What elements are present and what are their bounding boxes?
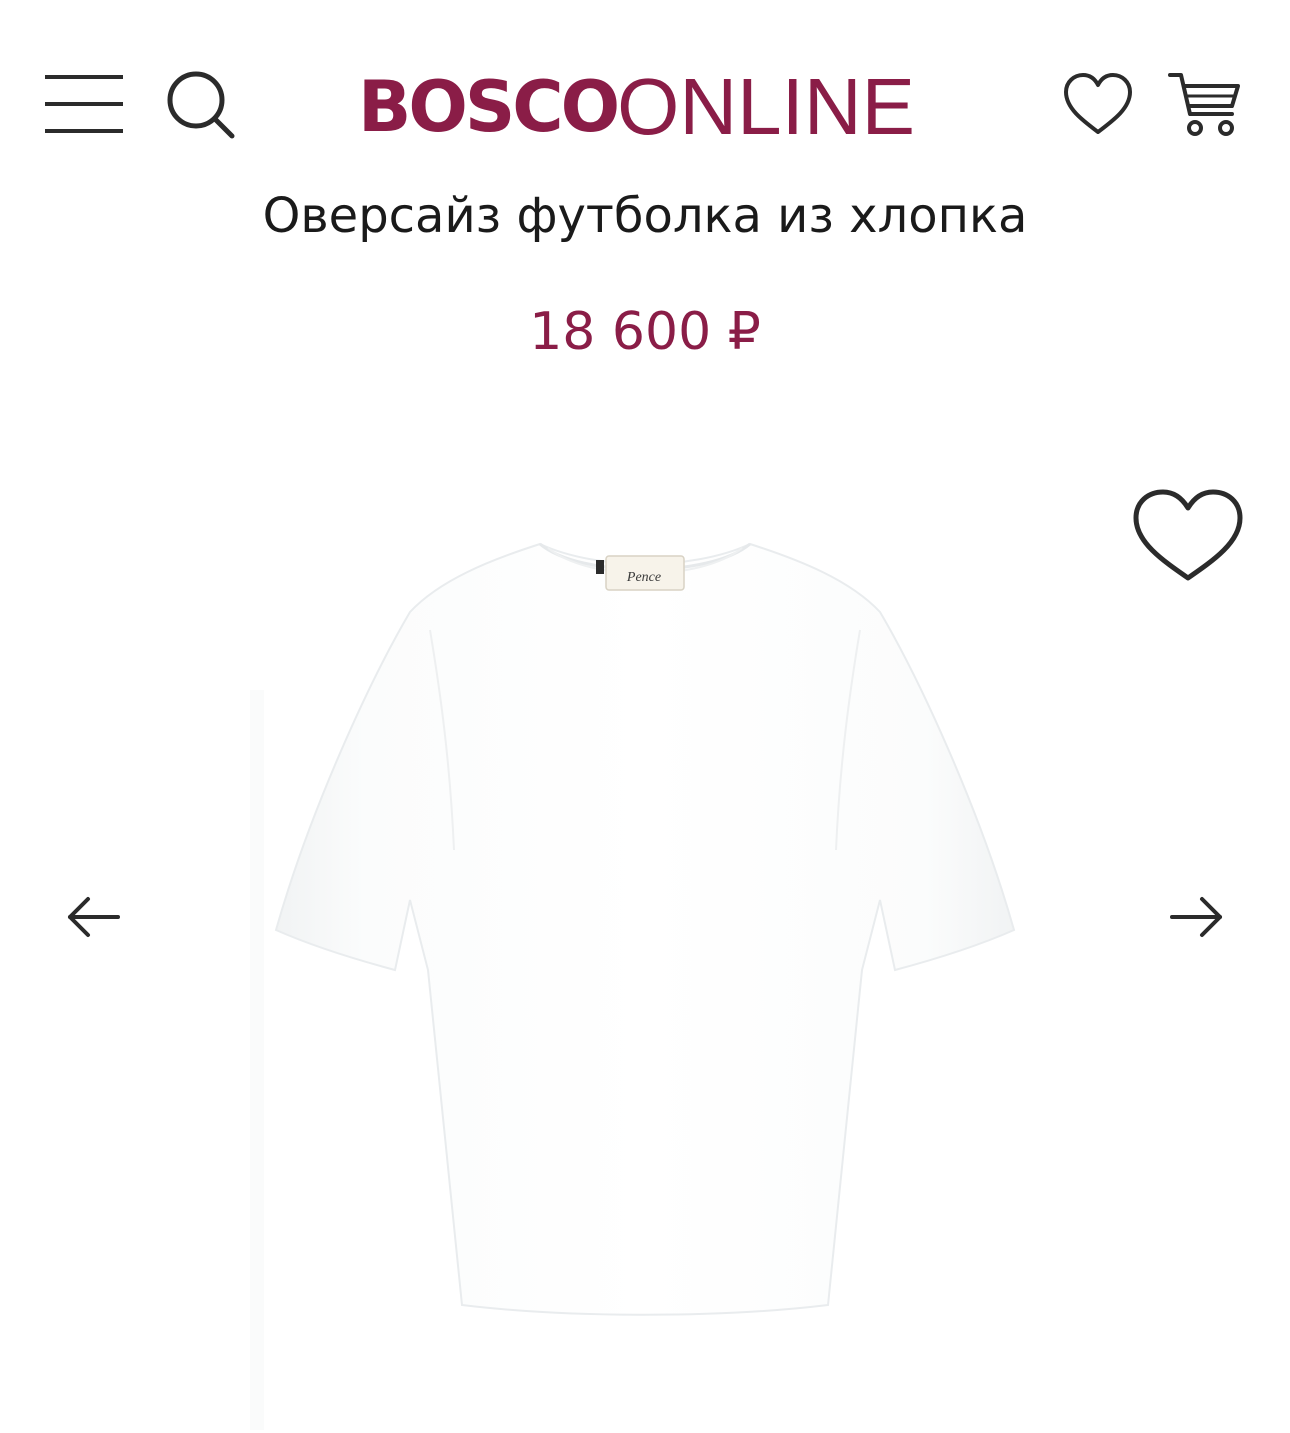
product-title: Оверсайз футболка из хлопка [262,188,1028,244]
product-page: BOSCO ONLINE Оверсайз футболка из хлопка… [0,0,1290,1433]
site-header: BOSCO ONLINE [0,0,1290,200]
logo-bold-text: BOSCO [358,66,620,148]
arrow-right-icon[interactable] [1168,892,1226,942]
logo-light-text: ONLINE [617,62,916,151]
product-gallery: Pence [0,420,1290,1433]
cart-icon[interactable] [1168,70,1242,140]
product-image[interactable]: Pence [240,430,1050,1433]
search-icon[interactable] [162,66,238,142]
site-logo[interactable]: BOSCO ONLINE [358,62,915,152]
arrow-left-icon[interactable] [64,892,122,942]
heart-icon[interactable] [1062,72,1134,138]
label-brand-text: Pence [626,570,661,585]
heart-icon[interactable] [1130,486,1246,586]
product-price: 18 600 ₽ [529,302,761,362]
hamburger-menu-icon[interactable] [44,73,124,135]
